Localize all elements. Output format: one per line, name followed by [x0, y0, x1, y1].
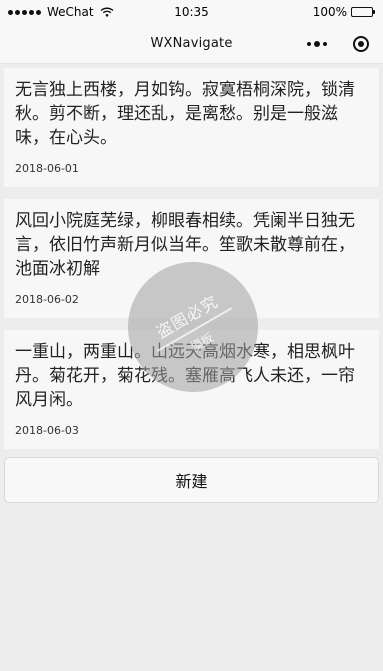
- item-date: 2018-06-03: [15, 424, 79, 437]
- page-title: WXNavigate: [150, 36, 233, 51]
- item-date: 2018-06-02: [15, 293, 79, 306]
- note-list: 无言独上西楼，月如钩。寂寞梧桐深院，锁清秋。剪不断，理还乱，是离愁。别是一般滋味…: [0, 68, 383, 449]
- navigation-bar: WXNavigate: [0, 24, 383, 64]
- item-text: 一重山，两重山。山远天高烟水寒，相思枫叶丹。菊花开，菊花残。塞雁高飞人未还，一帘…: [15, 342, 355, 410]
- wifi-icon: [100, 7, 114, 17]
- phone-screen: WeChat 10:35 100% WXNavigate 无言独上西楼，月如钩。…: [0, 0, 383, 671]
- battery-icon: [351, 7, 375, 17]
- close-miniprogram-icon[interactable]: [353, 35, 369, 52]
- list-item[interactable]: 一重山，两重山。山远天高烟水寒，相思枫叶丹。菊花开，菊花残。塞雁高飞人未还，一帘…: [4, 330, 379, 449]
- signal-strength-icon: [8, 9, 41, 15]
- item-date: 2018-06-01: [15, 162, 79, 175]
- item-text: 无言独上西楼，月如钩。寂寞梧桐深院，锁清秋。剪不断，理还乱，是离愁。别是一般滋味…: [15, 80, 355, 148]
- status-time: 10:35: [174, 5, 209, 19]
- capsule-actions: [307, 24, 369, 63]
- item-text: 风回小院庭芜绿，柳眼春相续。凭阑半日独无言，依旧竹声新月似当年。笙歌未散尊前在，…: [15, 211, 355, 279]
- list-item[interactable]: 风回小院庭芜绿，柳眼春相续。凭阑半日独无言，依旧竹声新月似当年。笙歌未散尊前在，…: [4, 199, 379, 318]
- new-button[interactable]: 新建: [4, 457, 379, 503]
- status-left: WeChat: [8, 5, 114, 19]
- list-item[interactable]: 无言独上西楼，月如钩。寂寞梧桐深院，锁清秋。剪不断，理还乱，是离愁。别是一般滋味…: [4, 68, 379, 187]
- battery-percent: 100%: [312, 5, 347, 19]
- status-right: 100%: [312, 5, 375, 19]
- status-bar: WeChat 10:35 100%: [0, 0, 383, 24]
- more-options-icon[interactable]: [307, 40, 327, 47]
- carrier-label: WeChat: [47, 5, 94, 19]
